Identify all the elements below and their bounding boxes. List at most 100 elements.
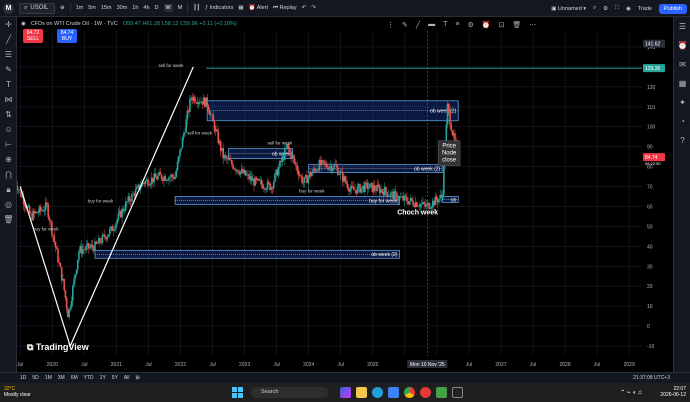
more-icon[interactable]: ⋯ — [529, 21, 536, 29]
alerts-icon[interactable]: ⏰ — [674, 36, 690, 55]
fib-retracement-icon[interactable]: ☰ — [0, 47, 17, 62]
annotation-label: sell for week — [187, 131, 213, 136]
range-1m[interactable]: 1M — [45, 375, 52, 381]
system-tray-icons[interactable]: ⌃ ⌁ ◖ ♫ — [620, 389, 642, 396]
trend-line-icon[interactable]: ╱ — [0, 32, 17, 47]
windows-start-icon[interactable] — [232, 387, 243, 398]
publish-button[interactable]: Publish — [658, 3, 687, 14]
tradingview-logo-icon[interactable]: M — [3, 2, 14, 14]
align-icon[interactable]: ≡ — [455, 21, 459, 29]
candle-body — [231, 160, 233, 165]
pen-icon[interactable]: ✎ — [402, 21, 408, 29]
fullscreen-icon[interactable]: ⛶ — [615, 5, 619, 12]
help-icon[interactable]: ? — [674, 131, 690, 150]
interval-1m[interactable]: 1m — [76, 5, 84, 11]
lock-icon[interactable]: 🔒︎ — [0, 182, 17, 197]
tradingview-app-icon[interactable] — [452, 387, 463, 398]
chrome-icon[interactable] — [404, 387, 415, 398]
interval-1h[interactable]: 1h — [132, 5, 138, 11]
interval-d[interactable]: D — [155, 5, 159, 11]
buy-price-box[interactable]: 84.74 BUY — [57, 29, 77, 43]
candle-body — [59, 263, 62, 268]
calendar-icon[interactable]: ▦ — [674, 74, 690, 93]
camera-icon[interactable]: ◉ — [626, 6, 631, 12]
indicators-button[interactable]: ƒ Indicators — [205, 5, 233, 11]
candle-body — [415, 202, 418, 207]
magnet-icon[interactable]: ⋂ — [0, 167, 17, 182]
prediction-icon[interactable]: ⇅ — [0, 107, 17, 122]
interval-30m[interactable]: 30m — [117, 5, 128, 11]
calendar-range-icon[interactable]: ⊞ — [135, 375, 139, 381]
undo-icon[interactable]: ↶ — [302, 5, 307, 11]
eye-icon[interactable]: ◉ — [21, 21, 26, 27]
settings-icon[interactable]: ⚙ — [603, 6, 608, 12]
range-5y[interactable]: 5Y — [112, 375, 118, 381]
range-ytd[interactable]: YTD — [84, 375, 94, 381]
weather-widget[interactable]: 32°C Mostly clear — [4, 386, 31, 398]
x-tick-label: Jul — [594, 362, 600, 368]
candles-icon[interactable]: ┃┃ — [193, 5, 200, 11]
add-symbol-icon[interactable]: ⊕ — [60, 5, 65, 11]
color-icon[interactable]: ▬ — [428, 21, 435, 29]
visibility-icon[interactable]: ◎ — [0, 197, 17, 212]
range-3m[interactable]: 3M — [58, 375, 65, 381]
zoom-icon[interactable]: ⊕ — [0, 152, 17, 167]
interval-4h[interactable]: 4h — [143, 5, 149, 11]
price-chart[interactable]: 1401301201101009080706050403020100-10Jul… — [17, 17, 673, 372]
x-tick-label: Jul — [273, 362, 279, 368]
store-icon[interactable] — [388, 387, 399, 398]
candle-body — [328, 167, 331, 170]
range-5d[interactable]: 5D — [32, 375, 38, 381]
alert-button[interactable]: ⏰ Alert — [249, 5, 268, 11]
interval-15m[interactable]: 15m — [101, 5, 112, 11]
layout-selector[interactable]: ▣ Unnamed ▾ — [551, 6, 586, 12]
redo-icon[interactable]: ↷ — [311, 5, 316, 11]
interval-w[interactable]: W — [163, 4, 173, 12]
file-explorer-icon[interactable] — [356, 387, 367, 398]
line-icon[interactable]: ╱ — [416, 21, 420, 29]
taskbar-date: 2026-06-12 — [660, 392, 686, 398]
sell-price-box[interactable]: 84.72 SELL — [23, 29, 43, 43]
symbol-search[interactable]: ⌕ USOIL — [19, 2, 55, 14]
watchlist-icon[interactable]: ☰ — [674, 17, 690, 36]
patterns-icon[interactable]: ⋈ — [0, 92, 17, 107]
brush-icon[interactable]: ✎ — [0, 62, 17, 77]
text-icon[interactable]: T — [0, 77, 17, 92]
alert-icon[interactable]: ⏰ — [482, 21, 491, 29]
notifications-icon[interactable]: ◔ — [674, 112, 690, 131]
app-icon-green[interactable] — [436, 387, 447, 398]
copilot-icon[interactable] — [340, 387, 351, 398]
interval-m[interactable]: M — [178, 5, 183, 11]
interval-5m[interactable]: 5m — [88, 5, 96, 11]
trade-button[interactable]: Trade — [638, 6, 652, 12]
ob-zone-label: ob — [451, 197, 457, 203]
divider — [69, 3, 71, 13]
emoji-icon[interactable]: ☺ — [0, 122, 17, 137]
lock-icon[interactable]: ⊡ — [498, 21, 504, 29]
crosshair-icon[interactable]: ✛ — [0, 17, 17, 32]
ideas-icon[interactable]: ✦ — [674, 93, 690, 112]
ruler-icon[interactable]: ⊢ — [0, 137, 17, 152]
taskbar-search[interactable]: Search — [251, 387, 329, 398]
range-6m[interactable]: 6M — [71, 375, 78, 381]
replay-button[interactable]: ⏮ Replay — [273, 5, 297, 12]
candle-body — [108, 229, 111, 235]
candle-body — [184, 132, 186, 134]
search-icon[interactable]: ⌕ — [593, 5, 596, 12]
text-style-icon[interactable]: T — [443, 21, 447, 29]
range-1y[interactable]: 1Y — [100, 375, 106, 381]
chart-pane[interactable]: 1401301201101009080706050403020100-10Jul… — [17, 17, 673, 372]
range-all[interactable]: All — [124, 375, 130, 381]
taskbar-clock[interactable]: 22:07 2026-06-12 — [660, 386, 686, 398]
templates-icon[interactable]: ▦ — [238, 5, 243, 11]
app-icon-red[interactable] — [420, 387, 431, 398]
settings-icon[interactable]: ⚙ — [467, 21, 473, 29]
drag-handle-icon[interactable]: ⋮ — [387, 21, 394, 29]
chat-icon[interactable]: ✉ — [674, 55, 690, 74]
range-1d[interactable]: 1D — [20, 375, 26, 381]
utc-clock[interactable]: 21:37:08 UTC+3 — [633, 375, 670, 381]
candle-body — [171, 174, 174, 177]
delete-icon[interactable]: 🗑︎ — [512, 21, 521, 29]
edge-icon[interactable] — [372, 387, 383, 398]
trash-icon[interactable]: 🗑︎ — [0, 212, 17, 227]
